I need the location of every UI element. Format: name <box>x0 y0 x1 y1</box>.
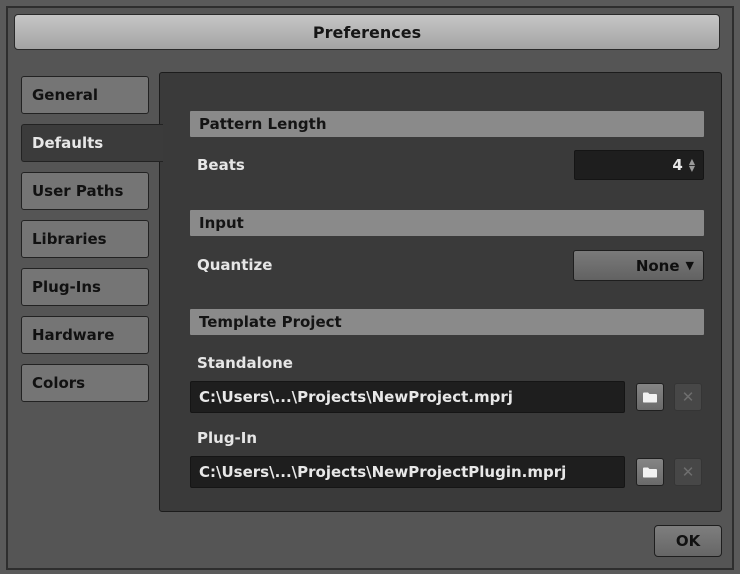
window-title-text: Preferences <box>312 22 422 42</box>
beats-stepper[interactable]: 4 ▲ ▼ <box>574 150 704 180</box>
quantize-label: Quantize <box>197 256 273 274</box>
quantize-value: None <box>635 256 680 275</box>
window-title: Preferences <box>14 14 720 50</box>
standalone-path-field[interactable]: C:\Users\...\Projects\NewProject.mprj <box>190 381 625 413</box>
close-icon: ✕ <box>681 388 695 406</box>
plugin-label: Plug-In <box>197 429 258 447</box>
plugin-browse-button[interactable] <box>636 458 664 486</box>
tab-plug-ins[interactable]: Plug-Ins <box>21 268 149 306</box>
tab-defaults[interactable]: Defaults <box>21 124 163 162</box>
tab-label: Hardware <box>32 326 115 344</box>
plugin-path-field[interactable]: C:\Users\...\Projects\NewProjectPlugin.m… <box>190 456 625 488</box>
up-down-arrows-icon[interactable]: ▲ ▼ <box>689 158 695 173</box>
standalone-browse-button[interactable] <box>636 383 664 411</box>
section-header-text: Template Project <box>199 313 342 331</box>
tab-user-paths[interactable]: User Paths <box>21 172 149 210</box>
section-header-pattern-length: Pattern Length <box>190 111 704 137</box>
tab-label: Libraries <box>32 230 107 248</box>
beats-label: Beats <box>197 156 245 174</box>
standalone-label: Standalone <box>197 354 293 372</box>
tab-label: Colors <box>32 374 86 392</box>
ok-button[interactable]: OK <box>654 525 722 557</box>
tab-libraries[interactable]: Libraries <box>21 220 149 258</box>
section-header-text: Input <box>199 214 244 232</box>
folder-icon <box>643 467 657 477</box>
tab-label: Defaults <box>32 134 104 152</box>
tab-label: Plug-Ins <box>32 278 101 296</box>
plugin-path-value: C:\Users\...\Projects\NewProjectPlugin.m… <box>199 463 567 481</box>
close-icon: ✕ <box>681 463 695 481</box>
section-header-template-project: Template Project <box>190 309 704 335</box>
tab-label: User Paths <box>32 182 124 200</box>
folder-icon <box>643 392 657 402</box>
standalone-path-value: C:\Users\...\Projects\NewProject.mprj <box>199 388 513 406</box>
beats-value: 4 <box>672 156 683 174</box>
caret-down-icon: ▼ <box>685 259 694 272</box>
tab-colors[interactable]: Colors <box>21 364 149 402</box>
standalone-clear-button[interactable]: ✕ <box>674 383 702 411</box>
tab-hardware[interactable]: Hardware <box>21 316 149 354</box>
plugin-clear-button[interactable]: ✕ <box>674 458 702 486</box>
section-header-input: Input <box>190 210 704 236</box>
ok-button-label: OK <box>675 532 701 550</box>
tab-general[interactable]: General <box>21 76 149 114</box>
quantize-dropdown[interactable]: None ▼ <box>573 250 704 281</box>
tab-label: General <box>32 86 98 104</box>
section-header-text: Pattern Length <box>199 115 327 133</box>
